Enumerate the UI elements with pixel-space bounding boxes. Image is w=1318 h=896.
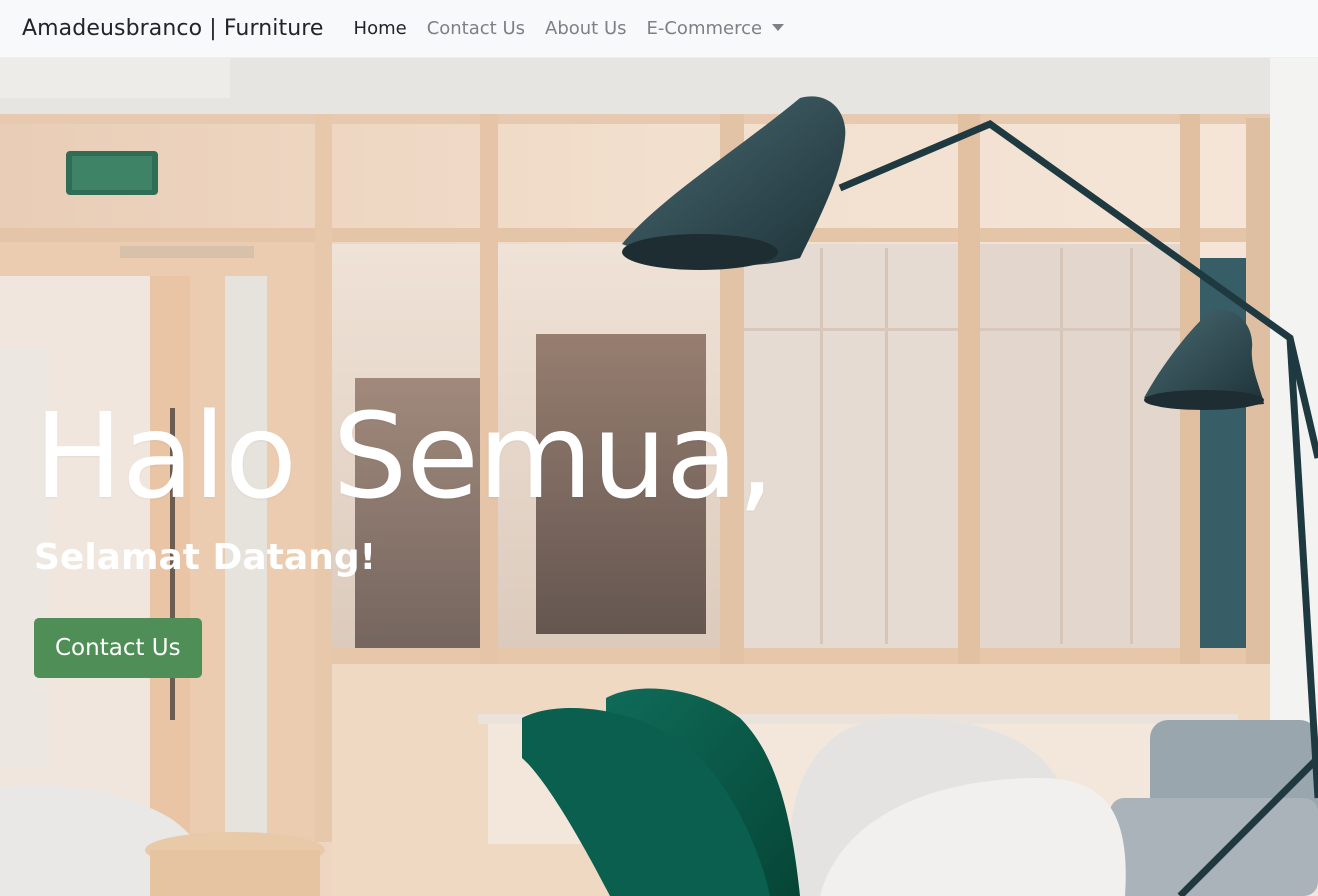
- nav-about-us[interactable]: About Us: [545, 18, 627, 39]
- nav-links: Home Contact Us About Us E-Commerce: [354, 18, 785, 39]
- caret-down-icon: [772, 23, 785, 31]
- nav-home[interactable]: Home: [354, 18, 407, 39]
- hero-section: Halo Semua, Selamat Datang! Contact Us: [0, 58, 1318, 896]
- hero-subtitle: Selamat Datang!: [34, 537, 377, 578]
- nav-contact-us[interactable]: Contact Us: [427, 18, 525, 39]
- navbar: Amadeusbranco | Furniture Home Contact U…: [0, 0, 1318, 58]
- nav-e-commerce-label: E-Commerce: [646, 18, 763, 39]
- hero-content: Halo Semua, Selamat Datang! Contact Us: [34, 387, 775, 678]
- brand-link[interactable]: Amadeusbranco | Furniture: [22, 16, 324, 41]
- contact-us-button[interactable]: Contact Us: [34, 618, 202, 678]
- hero-title: Halo Semua,: [34, 387, 775, 525]
- nav-e-commerce-dropdown[interactable]: E-Commerce: [647, 18, 785, 39]
